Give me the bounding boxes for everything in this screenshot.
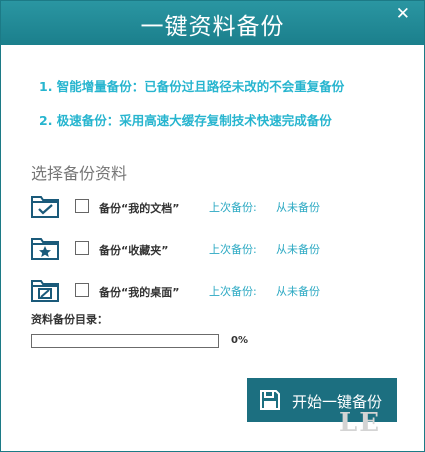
watermark-logo: LE [339, 408, 382, 438]
favorites-label: 备份“收藏夹” [99, 244, 169, 257]
desktop-last-backup-label: 上次备份: [209, 285, 257, 298]
section-title: 选择备份资料 [31, 164, 128, 183]
folder-star-icon [31, 238, 59, 260]
window-title: 一键资料备份 [140, 14, 285, 40]
backup-directory-label: 资料备份目录： [31, 313, 108, 326]
close-icon[interactable]: ✕ [396, 6, 410, 23]
tip-incremental: 1. 智能增量备份：已备份过且路径未改的不会重复备份 [39, 79, 345, 94]
documents-last-backup-label: 上次备份: [209, 201, 257, 214]
save-disk-icon [260, 390, 280, 410]
desktop-checkbox[interactable] [75, 283, 89, 297]
backup-item-favorites: 备份“收藏夹” 上次备份: 从未备份 [31, 235, 411, 263]
documents-label: 备份“我的文档” [99, 202, 180, 215]
favorites-last-backup-value: 从未备份 [276, 243, 320, 256]
folder-check-icon [31, 196, 59, 218]
title-bar: 一键资料备份 ✕ [1, 1, 424, 45]
favorites-checkbox[interactable] [75, 241, 89, 255]
favorites-last-backup-label: 上次备份: [209, 243, 257, 256]
desktop-label: 备份“我的桌面” [99, 286, 180, 299]
folder-desktop-icon [31, 280, 59, 302]
progress-percent: 0% [231, 335, 248, 346]
tips-list: 1. 智能增量备份：已备份过且路径未改的不会重复备份 2. 极速备份：采用高速大… [39, 79, 344, 147]
documents-last-backup-value: 从未备份 [276, 201, 320, 214]
backup-item-documents: 备份“我的文档” 上次备份: 从未备份 [31, 193, 411, 221]
desktop-last-backup-value: 从未备份 [276, 285, 320, 298]
backup-window: 一键资料备份 ✕ 1. 智能增量备份：已备份过且路径未改的不会重复备份 2. 极… [0, 0, 425, 452]
progress-bar [31, 334, 219, 348]
tip-fast: 2. 极速备份：采用高速大缓存复制技术快速完成备份 [39, 113, 332, 128]
documents-checkbox[interactable] [75, 199, 89, 213]
backup-item-desktop: 备份“我的桌面” 上次备份: 从未备份 [31, 277, 411, 305]
